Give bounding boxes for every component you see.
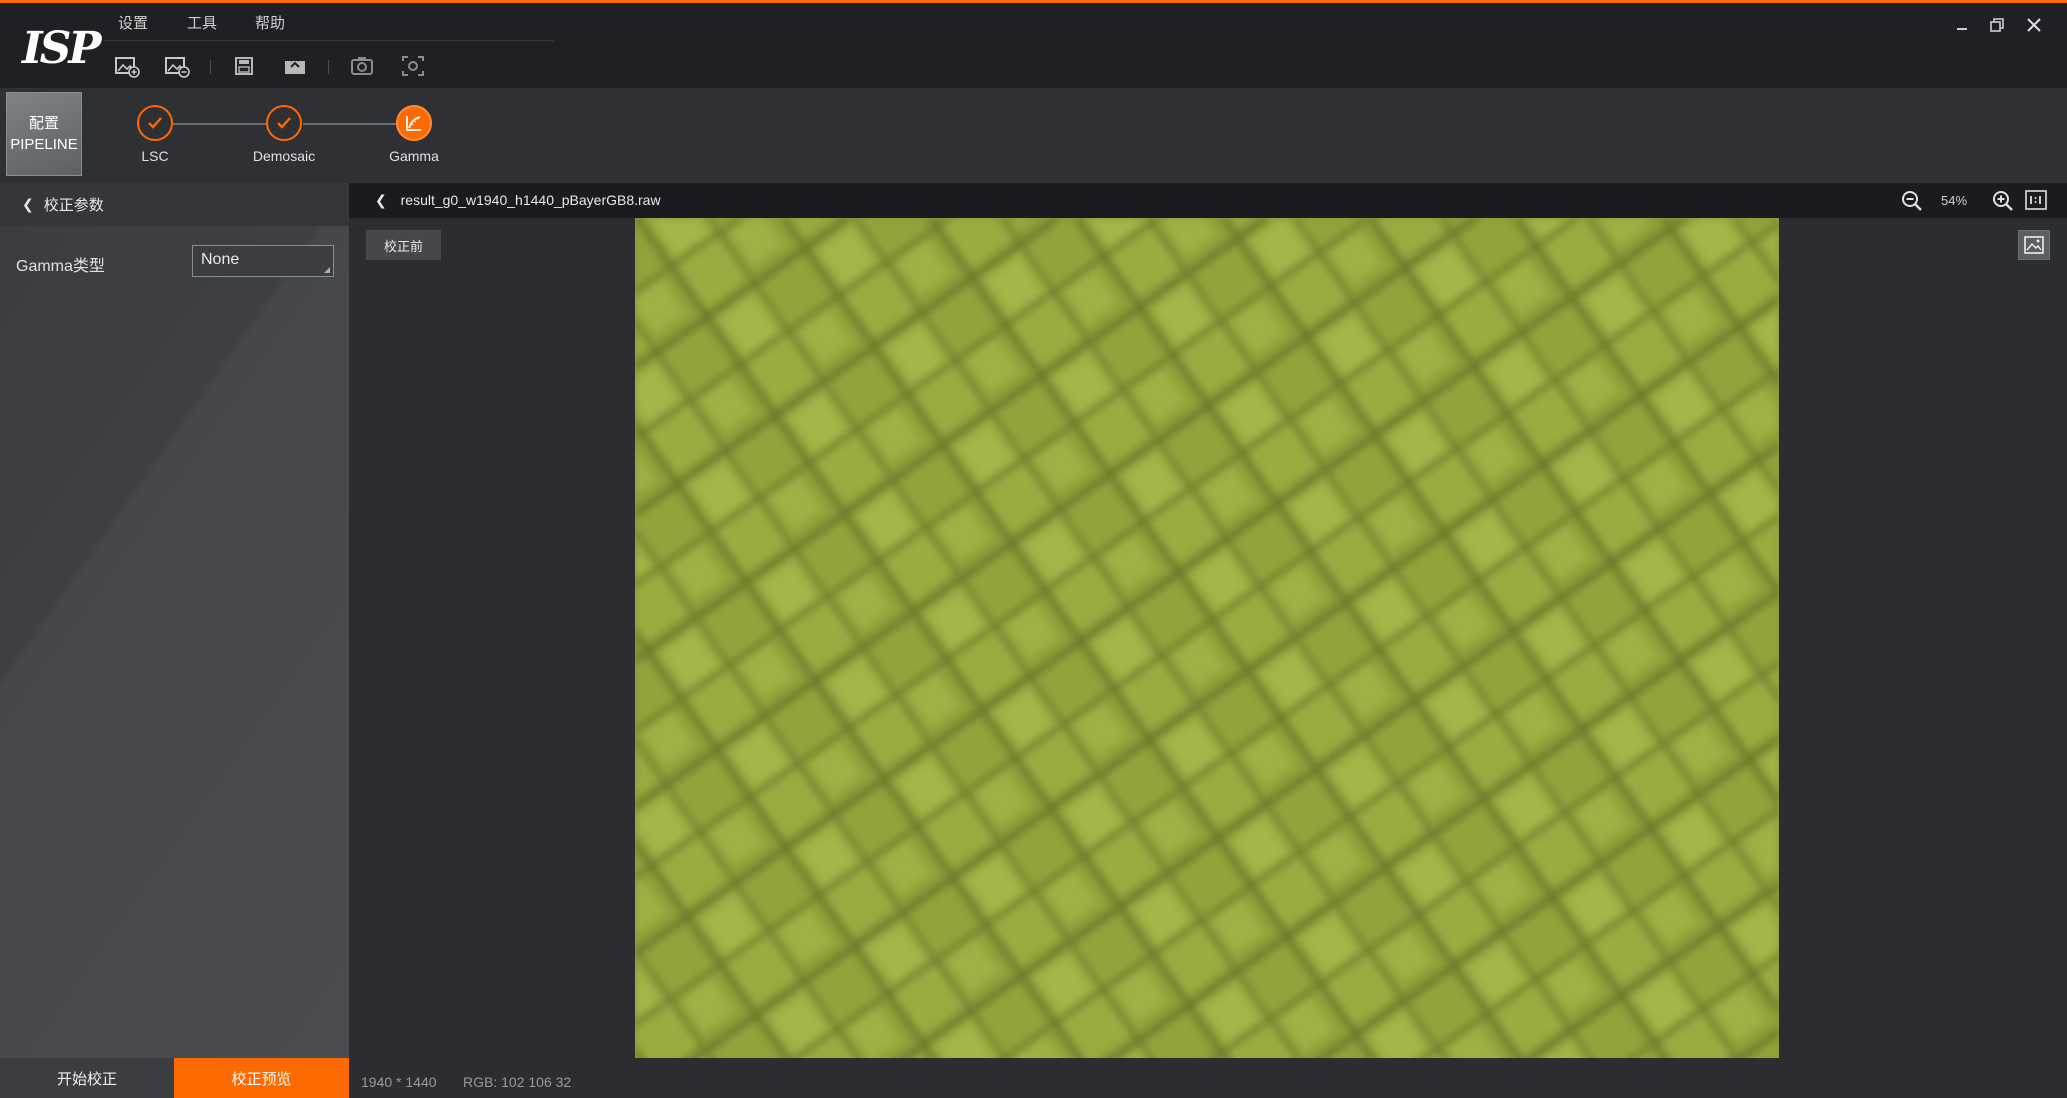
- config-pipeline-button[interactable]: 配置 PIPELINE: [6, 92, 82, 176]
- step-label: Gamma: [389, 148, 439, 164]
- menu-tools[interactable]: 工具: [187, 12, 217, 33]
- before-calibration-button[interactable]: 校正前: [366, 230, 441, 260]
- menu-bar: 设置 工具 帮助: [104, 3, 554, 41]
- gamma-type-value: None: [201, 251, 240, 268]
- close-icon[interactable]: [2019, 11, 2049, 39]
- check-icon: [266, 105, 302, 141]
- actual-size-icon[interactable]: [2025, 190, 2047, 210]
- check-icon: [137, 105, 173, 141]
- image-resolution: 1940 * 1440: [361, 1074, 437, 1090]
- preview-image[interactable]: [635, 218, 1779, 1066]
- menu-help[interactable]: 帮助: [255, 12, 285, 33]
- gamma-curve-icon: [396, 105, 432, 141]
- status-bar: 1940 * 1440 RGB: 102 106 32: [349, 1058, 2067, 1098]
- thumbnail-toggle-icon[interactable]: [2018, 230, 2050, 260]
- start-calibration-button[interactable]: 开始校正: [0, 1058, 174, 1098]
- menu-settings[interactable]: 设置: [118, 12, 148, 33]
- config-pipeline-line1: 配置: [28, 115, 59, 132]
- pipeline-bar: 配置 PIPELINE LSC Demosaic Gamma: [0, 88, 2067, 183]
- gamma-type-select[interactable]: None: [192, 245, 334, 277]
- step-demosaic[interactable]: Demosaic: [239, 105, 329, 164]
- step-lsc[interactable]: LSC: [110, 105, 200, 164]
- config-pipeline-line2: PIPELINE: [10, 136, 78, 153]
- step-label: Demosaic: [252, 148, 316, 164]
- export-icon[interactable]: [278, 49, 312, 83]
- zoom-in-icon[interactable]: [1991, 189, 2015, 213]
- minimize-icon[interactable]: [1947, 11, 1977, 39]
- file-back-link[interactable]: ❮ result_g0_w1940_h1440_pBayerGB8.raw: [375, 192, 661, 209]
- params-panel-header[interactable]: ❮ 校正参数: [0, 183, 349, 226]
- pixel-rgb-value: RGB: 102 106 32: [463, 1074, 572, 1090]
- calibration-preview-button[interactable]: 校正预览: [174, 1058, 349, 1098]
- params-panel: ❮ 校正参数 Gamma类型 None: [0, 183, 349, 1098]
- capture-icon[interactable]: [396, 49, 430, 83]
- image-viewer: 校正前: [349, 218, 2067, 1066]
- zoom-level: 54%: [1941, 193, 1968, 208]
- step-gamma[interactable]: Gamma: [369, 105, 459, 164]
- camera-icon[interactable]: [345, 49, 379, 83]
- file-name: result_g0_w1940_h1440_pBayerGB8.raw: [400, 192, 661, 208]
- chevron-left-icon: ❮: [375, 192, 387, 208]
- param-row-gamma-type: Gamma类型 None: [16, 245, 334, 277]
- restore-icon[interactable]: [1982, 11, 2012, 39]
- title-bar: ISP 设置 工具 帮助: [0, 0, 2067, 88]
- zoom-out-icon[interactable]: [1900, 189, 1924, 213]
- chevron-left-icon: ❮: [22, 196, 34, 212]
- app-logo: ISP: [22, 23, 101, 74]
- save-icon[interactable]: [227, 49, 261, 83]
- step-label: LSC: [141, 148, 169, 164]
- dropdown-corner-icon: [324, 267, 330, 273]
- open-folder-image-icon[interactable]: [160, 49, 194, 83]
- gamma-type-label: Gamma类型: [16, 258, 105, 275]
- params-panel-title: 校正参数: [43, 197, 104, 214]
- viewer-header: ❮ result_g0_w1940_h1440_pBayerGB8.raw 54…: [349, 183, 2067, 218]
- open-image-icon[interactable]: [110, 49, 144, 83]
